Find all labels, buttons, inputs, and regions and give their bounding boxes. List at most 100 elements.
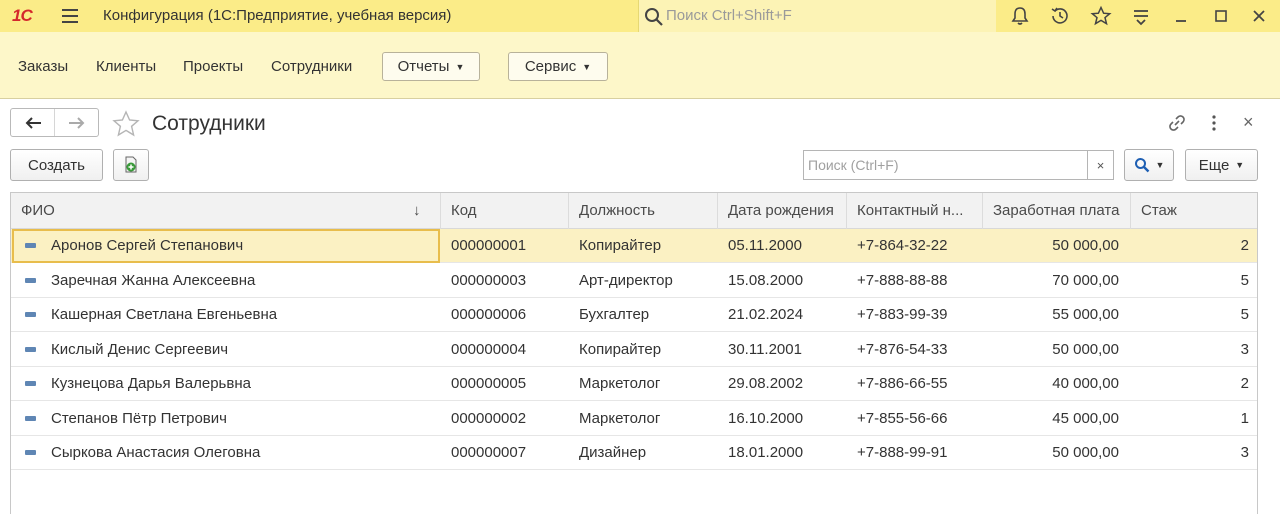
- settings-menu-icon[interactable]: [1130, 5, 1152, 27]
- table-header: ФИО ↓ Код Должность Дата рождения Контак…: [11, 193, 1257, 229]
- cell-fio: Аронов Сергей Степанович: [51, 237, 244, 254]
- cell-birthdate: 05.11.2000: [728, 237, 802, 254]
- cell-salary: 40 000,00: [1052, 375, 1119, 392]
- add-from-file-button[interactable]: [113, 149, 149, 181]
- catalog-item-icon: [25, 312, 36, 317]
- cell-position: Маркетолог: [579, 409, 661, 427]
- column-header-salary[interactable]: Заработная плата: [983, 193, 1131, 229]
- create-button[interactable]: Создать: [10, 149, 103, 181]
- cell-birthdate: 30.11.2001: [728, 340, 802, 358]
- section-projects[interactable]: Проекты: [183, 58, 243, 75]
- cell-experience: 5: [1240, 271, 1249, 289]
- add-document-icon: [125, 156, 137, 173]
- more-actions-icon[interactable]: [1204, 113, 1224, 133]
- cell-code: 000000006: [451, 306, 527, 323]
- catalog-item-icon: [25, 243, 36, 248]
- table-row[interactable]: Кузнецова Дарья Валерьвна 000000005 Маркет…: [11, 367, 1257, 401]
- service-label: Сервис: [524, 58, 577, 75]
- search-options-button[interactable]: ▼: [1124, 149, 1174, 181]
- reports-menu-button[interactable]: Отчеты ▼: [382, 52, 480, 81]
- clear-search-button[interactable]: ×: [1087, 150, 1114, 180]
- column-header-birthdate[interactable]: Дата рождения: [718, 193, 847, 229]
- cell-position: Копирайтер: [579, 237, 662, 254]
- more-label: Еще: [1198, 156, 1230, 174]
- bell-icon[interactable]: [1009, 5, 1031, 27]
- service-menu-button[interactable]: Сервис ▼: [508, 52, 608, 81]
- global-search[interactable]: Поиск Ctrl+Shift+F: [638, 0, 996, 32]
- column-header-fio[interactable]: ФИО ↓: [11, 193, 441, 229]
- add-to-favorites-icon[interactable]: [111, 110, 141, 138]
- column-header-phone[interactable]: Контактный н...: [847, 193, 983, 229]
- table-row[interactable]: Степанов Пётр Петрович 000000002 Маркетоло…: [11, 402, 1257, 436]
- maximize-icon[interactable]: [1210, 5, 1232, 27]
- link-icon[interactable]: [1167, 113, 1187, 133]
- cell-phone: +7-886-66-55: [857, 375, 948, 392]
- cell-fio: Кашерная Светлана Евгеньевна: [51, 306, 278, 323]
- favorites-star-icon[interactable]: [1090, 5, 1112, 27]
- back-arrow-icon[interactable]: [11, 109, 55, 136]
- chevron-down-icon: ▼: [1155, 160, 1165, 170]
- cell-code: 000000003: [451, 271, 527, 289]
- cell-code: 000000004: [451, 340, 527, 358]
- cell-fio: Заречная Жанна Алексеевна: [51, 271, 256, 289]
- cell-code: 000000002: [451, 409, 527, 427]
- table-row[interactable]: Аронов Сергей Степанович 000000001 Копирай…: [11, 229, 1257, 263]
- cell-birthdate: 18.01.2000: [728, 444, 804, 461]
- main-menu-icon[interactable]: [62, 9, 78, 23]
- cell-experience: 5: [1240, 306, 1249, 323]
- search-icon: [645, 8, 663, 26]
- cell-birthdate: 29.08.2002: [728, 375, 804, 392]
- column-header-experience[interactable]: Стаж: [1131, 193, 1257, 229]
- search-input[interactable]: [803, 150, 1088, 180]
- title-bar: 1С Конфигурация (1С:Предприятие, учебная…: [0, 0, 1280, 32]
- cell-phone: +7-883-99-39: [857, 306, 948, 323]
- cell-fio: Степанов Пётр Петрович: [51, 409, 227, 427]
- column-header-code[interactable]: Код: [441, 193, 569, 229]
- cell-fio: Кузнецова Дарья Валерьвна: [51, 375, 251, 392]
- minimize-icon[interactable]: [1170, 5, 1192, 27]
- column-header-fio-label: ФИО: [21, 202, 55, 219]
- cell-position: Бухгалтер: [579, 306, 650, 323]
- cell-phone: +7-888-99-91: [857, 444, 948, 461]
- cell-fio: Сыркова Анастасия Олеговна: [51, 444, 261, 461]
- table-row[interactable]: Кислый Денис Сергеевич 000000004 Копирайте…: [11, 333, 1257, 367]
- cell-salary: 50 000,00: [1052, 444, 1119, 461]
- cell-position: Арт-директор: [579, 271, 673, 289]
- section-clients[interactable]: Клиенты: [96, 58, 156, 75]
- chevron-down-icon: ▼: [582, 61, 592, 72]
- global-search-placeholder: Поиск Ctrl+Shift+F: [666, 7, 792, 24]
- cell-birthdate: 21.02.2024: [728, 306, 804, 323]
- cell-position: Дизайнер: [579, 444, 647, 461]
- cell-experience: 2: [1240, 237, 1249, 254]
- close-form-icon[interactable]: ×: [1243, 112, 1254, 133]
- history-nav: [10, 108, 99, 137]
- close-window-icon[interactable]: [1248, 5, 1270, 27]
- cell-experience: 3: [1240, 340, 1249, 358]
- section-orders[interactable]: Заказы: [18, 58, 68, 75]
- reports-label: Отчеты: [397, 58, 450, 75]
- section-employees[interactable]: Сотрудники: [271, 58, 352, 75]
- cell-fio: Кислый Денис Сергеевич: [51, 340, 229, 358]
- table-row[interactable]: Сыркова Анастасия Олеговна 000000007 Дизай…: [11, 436, 1257, 470]
- history-icon[interactable]: [1049, 5, 1071, 27]
- sections-panel: Заказы Клиенты Проекты Сотрудники Отчеты…: [0, 32, 1280, 99]
- more-button[interactable]: Еще ▼: [1185, 149, 1258, 181]
- cell-experience: 3: [1240, 444, 1249, 461]
- sort-arrow-icon: ↓: [413, 202, 421, 219]
- forward-arrow-icon[interactable]: [55, 109, 98, 136]
- app-logo: 1С: [12, 6, 33, 25]
- cell-salary: 50 000,00: [1052, 237, 1119, 254]
- cell-salary: 45 000,00: [1052, 409, 1119, 427]
- catalog-item-icon: [25, 415, 36, 421]
- cell-code: 000000007: [451, 444, 527, 461]
- cell-experience: 1: [1240, 409, 1249, 427]
- catalog-item-icon: [25, 450, 36, 455]
- catalog-item-icon: [25, 277, 36, 283]
- app-title: Конфигурация (1С:Предприятие, учебная ве…: [103, 7, 452, 24]
- column-header-position[interactable]: Должность: [569, 193, 718, 229]
- table-row[interactable]: Кашерная Светлана Евгеньевна 000000006 Бух…: [11, 298, 1257, 332]
- cell-phone: +7-855-56-66: [857, 409, 948, 427]
- table-row[interactable]: Заречная Жанна Алексеевна 000000003 Арт-ди…: [11, 264, 1257, 298]
- cell-code: 000000005: [451, 375, 527, 392]
- chevron-down-icon: ▼: [1235, 160, 1245, 170]
